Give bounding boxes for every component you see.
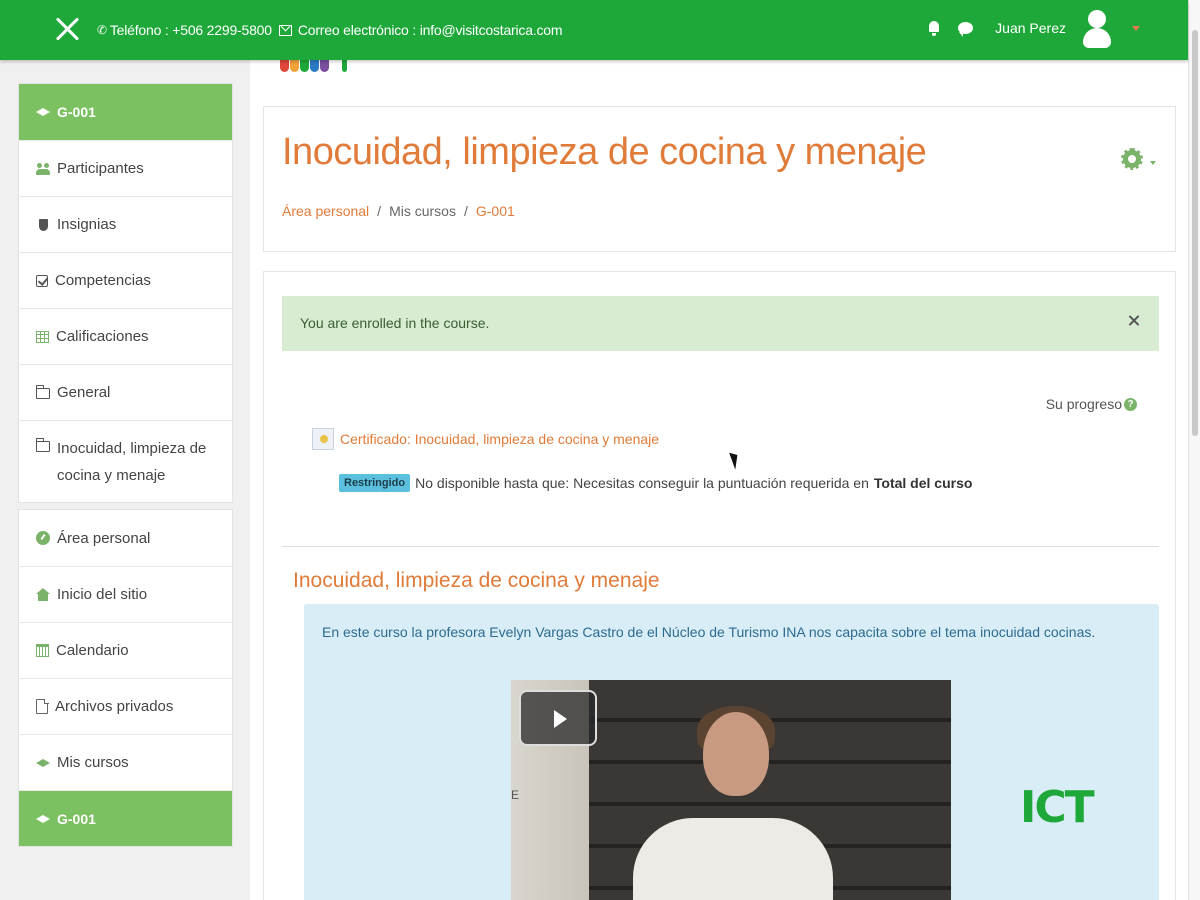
course-nav: G-001 Participantes Insignias Competenci…	[18, 83, 233, 503]
gear-icon[interactable]	[1121, 148, 1143, 170]
scrollbar-thumb[interactable]	[1192, 30, 1198, 436]
restriction-text: No disponible hasta que: Necesitas conse…	[415, 475, 869, 491]
restriction-info: Restringido No disponible hasta que: Nec…	[339, 474, 972, 492]
video-player[interactable]: E	[511, 680, 951, 900]
sidebar-item-label: General	[57, 384, 111, 401]
shield-icon	[36, 218, 50, 232]
sidebar-item-participantes[interactable]: Participantes	[19, 140, 232, 196]
folder-icon	[35, 438, 50, 452]
ict-logo-letters: ICT	[1020, 782, 1095, 833]
ict-logo: ICT	[1020, 782, 1145, 833]
avatar[interactable]	[1080, 8, 1114, 48]
restricted-badge: Restringido	[339, 474, 411, 492]
section-title: Inocuidad, limpieza de cocina y menaje	[293, 569, 660, 592]
certificate-activity: Certificado: Inocuidad, limpieza de coci…	[312, 428, 659, 450]
checkbox-icon	[36, 274, 48, 287]
phone-icon: ✆	[97, 23, 107, 37]
video-person	[703, 712, 769, 796]
email-text: Correo electrónico : info@visitcostarica…	[297, 22, 563, 38]
sidebar: G-001 Participantes Insignias Competenci…	[18, 83, 233, 853]
help-icon[interactable]: ?	[1124, 397, 1137, 411]
sidebar-item-g001-course[interactable]: G-001	[19, 790, 232, 846]
sidebar-item-archivos-privados[interactable]: Archivos privados	[19, 678, 232, 734]
sidebar-item-label: Calificaciones	[56, 328, 149, 345]
close-icon[interactable]	[1124, 311, 1144, 331]
sidebar-item-calificaciones[interactable]: Calificaciones	[19, 308, 232, 364]
breadcrumb-separator: /	[463, 203, 468, 219]
site-nav: Área personal Inicio del sitio Calendari…	[18, 509, 233, 847]
breadcrumb: Área personal / Mis cursos / G-001	[282, 203, 515, 219]
sidebar-item-label: Inicio del sitio	[57, 586, 148, 603]
chat-icon[interactable]	[958, 22, 974, 37]
section-summary: En este curso la profesora Evelyn Vargas…	[304, 604, 1159, 900]
dashboard-icon	[36, 531, 50, 545]
divider	[282, 546, 1159, 547]
folder-icon	[35, 385, 50, 399]
scrollbar[interactable]	[1188, 0, 1200, 900]
file-icon	[36, 698, 49, 714]
graduation-cap-icon	[36, 756, 50, 770]
sidebar-item-label: Calendario	[56, 642, 129, 659]
top-navbar: ✆ Teléfono : +506 2299-5800 Correo elect…	[0, 0, 1188, 60]
envelope-icon	[278, 24, 292, 36]
sidebar-item-label: Competencias	[55, 272, 151, 289]
sidebar-item-area-personal[interactable]: Área personal	[19, 510, 232, 566]
close-icon[interactable]	[54, 16, 80, 42]
home-icon	[36, 587, 50, 602]
page-title: Inocuidad, limpieza de cocina y menaje	[282, 131, 927, 173]
progress-indicator: Su progreso ?	[1046, 396, 1137, 412]
sidebar-item-general[interactable]: General	[19, 364, 232, 420]
users-icon	[36, 162, 50, 176]
sidebar-item-inicio-sitio[interactable]: Inicio del sitio	[19, 566, 232, 622]
sidebar-item-section-inocuidad[interactable]: Inocuidad, limpieza de cocina y menaje	[19, 420, 232, 502]
user-area: Juan Perez	[928, 8, 1140, 48]
sidebar-item-calendario[interactable]: Calendario	[19, 622, 232, 678]
graduation-cap-icon	[36, 812, 50, 826]
progress-label: Su progreso	[1045, 396, 1122, 412]
video-wall-text: E	[511, 788, 520, 802]
bell-icon[interactable]	[928, 21, 940, 36]
breadcrumb-separator: /	[377, 203, 382, 219]
certificate-icon	[312, 428, 334, 450]
page-header: Inocuidad, limpieza de cocina y menaje Á…	[263, 106, 1176, 252]
sidebar-item-mis-cursos[interactable]: Mis cursos	[19, 734, 232, 790]
sidebar-item-competencias[interactable]: Competencias	[19, 252, 232, 308]
contact-info: ✆ Teléfono : +506 2299-5800 Correo elect…	[97, 22, 563, 38]
breadcrumb-link-g001[interactable]: G-001	[476, 203, 515, 219]
sidebar-item-g001[interactable]: G-001	[19, 84, 232, 140]
user-name[interactable]: Juan Perez	[995, 20, 1066, 36]
sidebar-item-label: Área personal	[57, 529, 151, 547]
sidebar-item-label: G-001	[57, 810, 96, 827]
course-content: You are enrolled in the course. Su progr…	[263, 271, 1176, 900]
enrollment-alert: You are enrolled in the course.	[282, 296, 1159, 351]
chevron-down-icon[interactable]	[1150, 161, 1156, 165]
breadcrumb-link-mis-cursos[interactable]: Mis cursos	[389, 203, 456, 219]
phone-text: Teléfono : +506 2299-5800	[109, 22, 272, 38]
sidebar-item-label: Participantes	[57, 160, 144, 177]
sidebar-item-label: Mis cursos	[57, 754, 129, 771]
alert-text: You are enrolled in the course.	[300, 315, 490, 331]
certificate-link[interactable]: Certificado: Inocuidad, limpieza de coci…	[340, 431, 659, 447]
table-icon	[36, 330, 49, 343]
graduation-cap-icon	[36, 105, 50, 119]
restriction-target: Total del curso	[873, 475, 973, 491]
sidebar-item-label: Inocuidad, limpieza de cocina y menaje	[57, 440, 207, 484]
sidebar-item-label: Archivos privados	[55, 698, 174, 715]
breadcrumb-link-area-personal[interactable]: Área personal	[282, 203, 369, 219]
sidebar-item-insignias[interactable]: Insignias	[19, 196, 232, 252]
sidebar-item-label: Insignias	[57, 216, 117, 233]
summary-text: En este curso la profesora Evelyn Vargas…	[322, 624, 1096, 640]
sidebar-item-label: G-001	[57, 104, 96, 120]
chevron-down-icon[interactable]	[1132, 25, 1140, 31]
video-person-body	[633, 818, 833, 900]
play-button[interactable]	[519, 690, 597, 746]
calendar-icon	[35, 643, 49, 657]
